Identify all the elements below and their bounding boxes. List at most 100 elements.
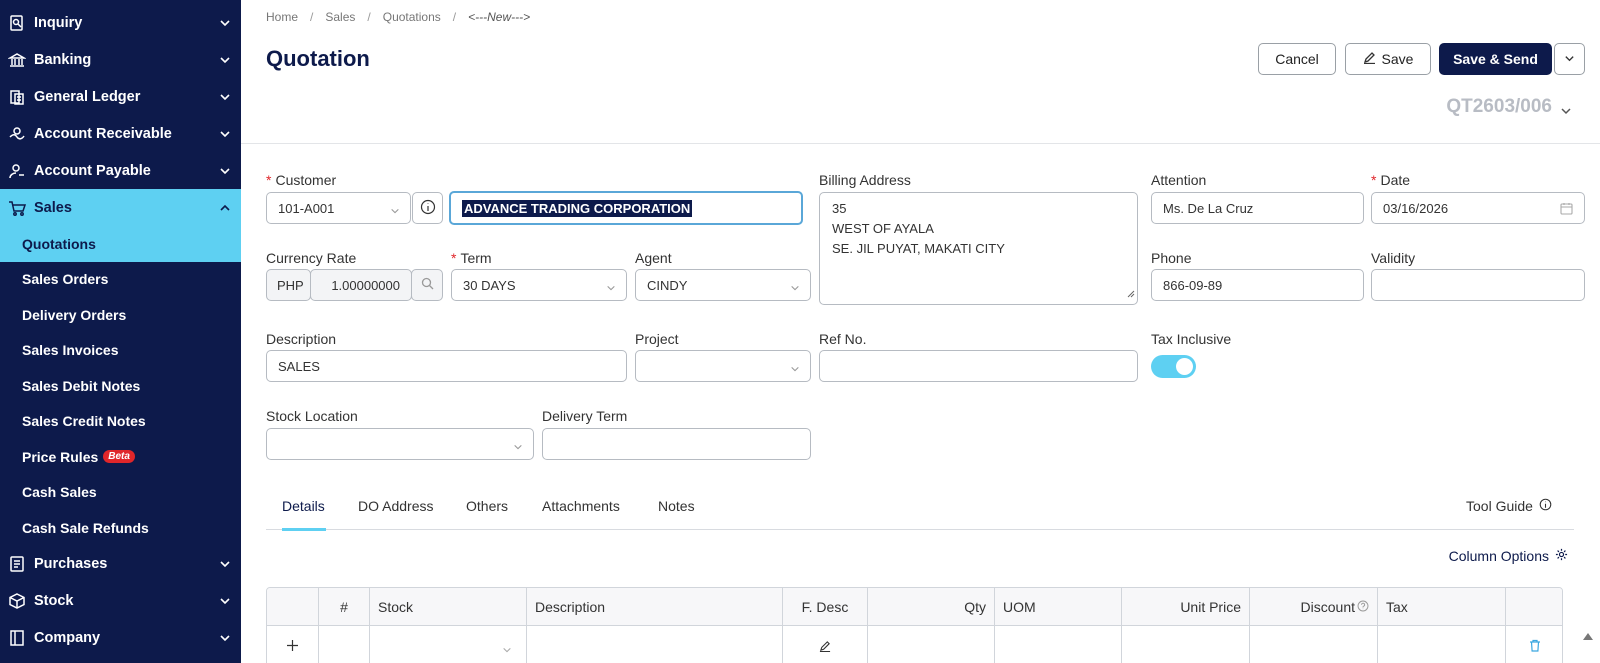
column-options-button[interactable]: Column Options — [1449, 548, 1568, 564]
row-drag-handle[interactable] — [267, 626, 319, 663]
sidebar-group-account-payable[interactable]: Account Payable — [0, 152, 241, 189]
delivery-term-field[interactable] — [542, 428, 811, 460]
row-f-desc-cell[interactable] — [783, 626, 868, 663]
breadcrumb: Home / Sales / Quotations / <---New---> — [266, 10, 530, 24]
header-qty: Qty — [868, 588, 995, 625]
row-delete-button[interactable] — [1506, 626, 1562, 663]
breadcrumb-sales[interactable]: Sales — [325, 10, 355, 24]
sidebar: Inquiry Banking General Ledger Account R… — [0, 0, 241, 663]
scroll-up-arrow-icon[interactable] — [1582, 628, 1594, 644]
sidebar-group-sales[interactable]: Sales — [0, 189, 241, 226]
sidebar-item-sales-credit-notes[interactable]: Sales Credit Notes — [0, 404, 241, 440]
ref-no-field[interactable] — [819, 350, 1138, 382]
cancel-button[interactable]: Cancel — [1258, 43, 1336, 75]
header-index: # — [319, 588, 370, 625]
validity-field[interactable] — [1371, 269, 1585, 301]
tab-attachments[interactable]: Attachments — [542, 498, 620, 514]
date-field[interactable]: 03/16/2026 — [1371, 192, 1585, 224]
save-button[interactable]: Save — [1345, 43, 1431, 75]
chevron-down-icon — [1564, 51, 1575, 67]
sidebar-item-sales-orders[interactable]: Sales Orders — [0, 262, 241, 298]
help-icon[interactable] — [1357, 599, 1369, 615]
row-description-cell[interactable] — [527, 626, 783, 663]
sidebar-group-stock[interactable]: Stock — [0, 583, 241, 620]
sidebar-item-cash-sale-refunds[interactable]: Cash Sale Refunds — [0, 510, 241, 546]
chevron-down-icon — [219, 165, 231, 177]
attention-field[interactable]: Ms. De La Cruz — [1151, 192, 1364, 224]
customer-code-select[interactable]: 101-A001 — [266, 192, 411, 224]
tax-inclusive-toggle[interactable] — [1151, 355, 1196, 378]
header-uom: UOM — [995, 588, 1122, 625]
row-stock-select[interactable] — [370, 626, 527, 663]
tab-details[interactable]: Details — [282, 498, 325, 514]
required-marker: * — [451, 250, 457, 266]
tab-notes[interactable]: Notes — [658, 498, 695, 514]
sidebar-item-delivery-orders[interactable]: Delivery Orders — [0, 297, 241, 333]
sidebar-group-inquiry[interactable]: Inquiry — [0, 4, 241, 41]
chevron-down-icon — [219, 632, 231, 644]
currency-search-button[interactable] — [411, 269, 443, 301]
row-uom-cell[interactable] — [995, 626, 1122, 663]
phone-field[interactable]: 866-09-89 — [1151, 269, 1364, 301]
tab-others[interactable]: Others — [466, 498, 508, 514]
sidebar-group-label: Stock — [34, 593, 74, 609]
row-tax-cell[interactable] — [1378, 626, 1506, 663]
customer-name-value: ADVANCE TRADING CORPORATION — [462, 199, 693, 217]
breadcrumb-separator: / — [367, 10, 371, 24]
phone-value: 866-09-89 — [1163, 277, 1223, 293]
breadcrumb-current: <---New---> — [468, 10, 531, 24]
chevron-down-icon — [219, 558, 231, 570]
billing-address-field[interactable]: 35 WEST OF AYALA SE. JIL PUYAT, MAKATI C… — [819, 192, 1138, 305]
sidebar-item-price-rules[interactable]: Price Rules Beta — [0, 439, 241, 475]
row-qty-cell[interactable] — [868, 626, 995, 663]
delivery-term-label: Delivery Term — [542, 408, 628, 424]
resize-handle-icon[interactable] — [1126, 286, 1135, 302]
sidebar-item-sales-invoices[interactable]: Sales Invoices — [0, 333, 241, 369]
sidebar-group-general-ledger[interactable]: General Ledger — [0, 78, 241, 115]
agent-select[interactable]: CINDY — [635, 269, 811, 301]
sidebar-group-company[interactable]: Company — [0, 620, 241, 657]
breadcrumb-quotations[interactable]: Quotations — [383, 10, 441, 24]
chevron-up-icon — [219, 202, 231, 214]
table-header: # Stock Description F. Desc Qty UOM Unit… — [267, 588, 1562, 626]
sidebar-group-label: Account Receivable — [34, 125, 172, 142]
description-field[interactable]: SALES — [266, 350, 627, 382]
project-select[interactable] — [635, 350, 811, 382]
sidebar-item-quotations[interactable]: Quotations — [0, 226, 241, 262]
customer-name-field[interactable]: ADVANCE TRADING CORPORATION — [449, 191, 803, 225]
row-discount-cell[interactable] — [1250, 626, 1378, 663]
calendar-icon[interactable] — [1560, 202, 1573, 218]
billing-line: 35 — [832, 201, 847, 216]
currency-rate-field[interactable]: 1.00000000 — [310, 269, 412, 301]
term-select[interactable]: 30 DAYS — [451, 269, 627, 301]
breadcrumb-separator: / — [452, 10, 457, 24]
tool-guide-button[interactable]: Tool Guide — [1466, 498, 1552, 514]
billing-line: WEST OF AYALA — [832, 221, 934, 236]
scrollbar-thumb[interactable] — [1582, 655, 1594, 663]
sidebar-item-cash-sales[interactable]: Cash Sales — [0, 475, 241, 511]
row-unit-price-cell[interactable] — [1122, 626, 1250, 663]
required-marker: * — [1371, 172, 1377, 188]
customer-info-button[interactable] — [412, 192, 443, 224]
project-label: Project — [635, 331, 679, 347]
sidebar-group-account-receivable[interactable]: Account Receivable — [0, 115, 241, 152]
agent-label: Agent — [635, 250, 672, 266]
validity-label: Validity — [1371, 250, 1416, 266]
stock-location-select[interactable] — [266, 428, 534, 460]
breadcrumb-home[interactable]: Home — [266, 10, 298, 24]
tab-do-address[interactable]: DO Address — [358, 498, 433, 514]
customer-label: * Customer — [266, 172, 336, 188]
save-options-dropdown[interactable] — [1554, 43, 1585, 75]
toggle-knob — [1176, 358, 1193, 375]
chevron-down-icon[interactable] — [1560, 104, 1572, 116]
move-icon — [286, 639, 299, 655]
currency-rate-value: 1.00000000 — [331, 277, 400, 293]
sidebar-item-sales-debit-notes[interactable]: Sales Debit Notes — [0, 368, 241, 404]
sidebar-group-purchases[interactable]: Purchases — [0, 546, 241, 583]
active-tab-indicator — [282, 528, 326, 531]
save-send-button[interactable]: Save & Send — [1439, 43, 1552, 75]
header-drag — [267, 588, 319, 625]
billing-line: SE. JIL PUYAT, MAKATI CITY — [832, 241, 1005, 256]
sidebar-group-banking[interactable]: Banking — [0, 41, 241, 78]
receivable-icon — [8, 125, 26, 143]
